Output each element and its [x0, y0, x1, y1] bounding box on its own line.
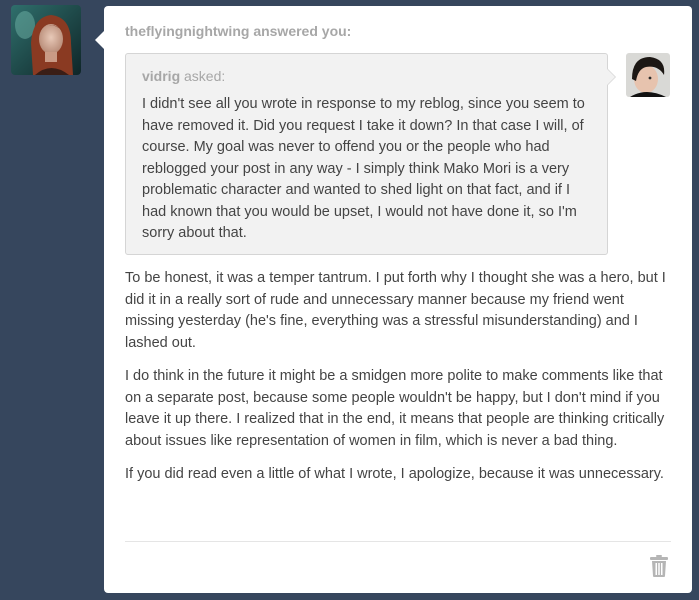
asker-line: vidrig asked: [142, 68, 591, 84]
post-pointer [95, 31, 104, 49]
footer-divider [125, 541, 671, 542]
answer-paragraph: To be honest, it was a temper tantrum. I… [125, 270, 666, 351]
answer-body: To be honest, it was a temper tantrum. I… [125, 268, 670, 498]
question-text: I didn't see all you wrote in response t… [142, 96, 585, 241]
header-suffix: answered you: [253, 23, 352, 39]
answer-paragraph: If you did read even a little of what I … [125, 466, 664, 482]
asker-avatar[interactable] [626, 53, 670, 97]
responder-username-link[interactable]: theflyingnightwing [125, 23, 249, 39]
responder-avatar[interactable] [11, 5, 81, 75]
asker-username-link[interactable]: vidrig [142, 68, 180, 84]
post-header: theflyingnightwing answered you: [125, 23, 351, 39]
answer-post-card: theflyingnightwing answered you: vidrig … [95, 6, 692, 593]
question-bubble: vidrig asked: I didn't see all you wrote… [125, 53, 616, 255]
answer-paragraph: I do think in the future it might be a s… [125, 368, 665, 449]
asked-label: asked: [184, 68, 226, 84]
trash-icon[interactable] [650, 555, 668, 577]
